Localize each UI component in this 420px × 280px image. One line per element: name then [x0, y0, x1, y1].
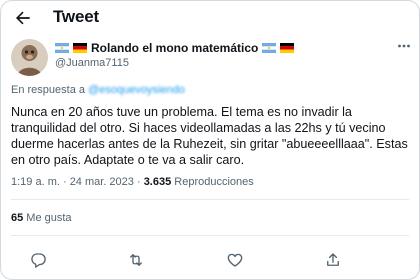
page-title: Tweet — [53, 7, 99, 26]
share-icon[interactable] — [324, 251, 342, 269]
divider — [11, 235, 409, 236]
reply-icon[interactable] — [29, 251, 47, 269]
reply-context: En respuesta a @esoquevoysiendo — [11, 84, 185, 96]
avatar[interactable] — [11, 39, 48, 76]
tweet-page: Tweet Rolando el mono matemático @Juanma… — [0, 0, 420, 280]
views-label: Reproducciones — [171, 176, 254, 188]
tweet-text: Nunca en 20 años tuve un problema. El te… — [11, 105, 408, 167]
header: Tweet — [1, 1, 419, 35]
likes-label: Me gusta — [23, 212, 72, 224]
germany-flag-icon — [280, 43, 295, 53]
reply-mention-link[interactable]: @esoquevoysiendo — [88, 84, 185, 96]
arrow-left-icon[interactable] — [13, 8, 33, 28]
likes-stat[interactable]: 65 Me gusta — [11, 212, 72, 224]
divider — [11, 199, 409, 200]
tweet-meta: 1:19 a. m. · 24 mar. 2023 · 3.635 Reprod… — [11, 176, 254, 188]
argentina-flag-icon — [262, 43, 277, 53]
more-options-icon[interactable] — [397, 39, 411, 53]
argentina-flag-icon — [55, 43, 69, 53]
author-name: Rolando el mono matemático — [91, 41, 259, 55]
author-handle[interactable]: @Juanma7115 — [55, 57, 129, 69]
retweet-icon[interactable] — [127, 251, 145, 269]
tweet-datetime[interactable]: 1:19 a. m. · 24 mar. 2023 · — [11, 176, 144, 188]
likes-count: 65 — [11, 212, 24, 224]
germany-flag-icon — [73, 43, 87, 53]
action-bar — [1, 251, 419, 271]
reply-prefix: En respuesta a — [11, 84, 85, 96]
author-name-row[interactable]: Rolando el mono matemático — [55, 40, 295, 56]
views-count: 3.635 — [143, 176, 172, 188]
like-icon[interactable] — [226, 251, 244, 269]
